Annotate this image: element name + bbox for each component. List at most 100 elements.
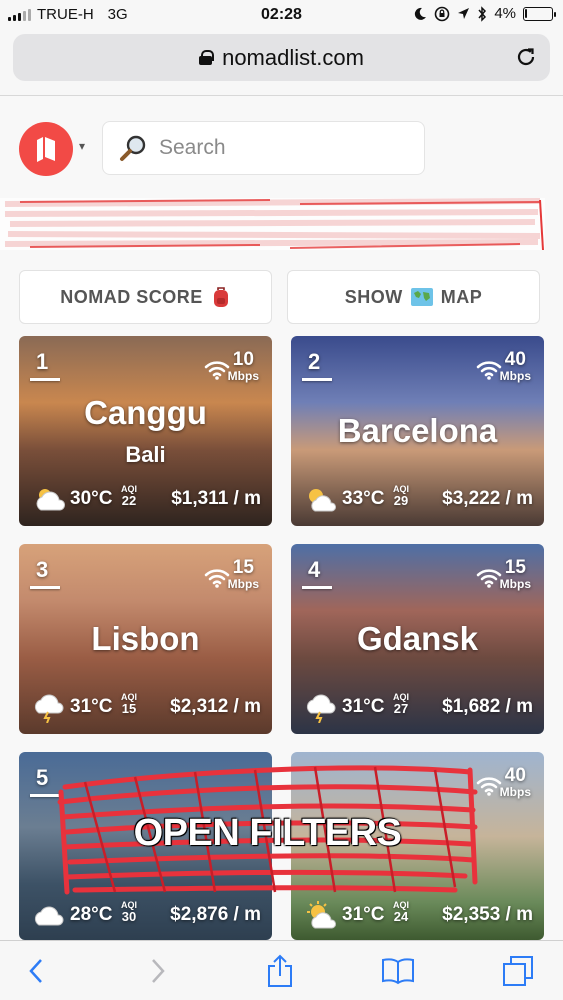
tabs-button[interactable] (500, 953, 536, 989)
internet-speed: 15 Mbps (500, 558, 531, 591)
nomad-score-button[interactable]: NOMAD SCORE (19, 270, 272, 324)
show-label: SHOW (344, 286, 403, 307)
speed-value: 15 (504, 557, 526, 578)
temperature: 31°C (342, 696, 385, 717)
aqi-value: 30 (121, 909, 137, 924)
speed-unit: Mbps (227, 577, 259, 591)
redacted-scribble (0, 198, 545, 251)
aqi: AQI 22 (121, 484, 137, 508)
aqi: AQI 30 (121, 900, 137, 924)
monthly-cost: $1,682 / m (442, 696, 533, 717)
wifi-icon (204, 569, 230, 588)
internet-speed: 10 Mbps (228, 350, 259, 383)
temperature: 31°C (342, 904, 385, 925)
rank-underline (30, 378, 60, 381)
speed-unit: Mbps (499, 369, 531, 383)
back-button[interactable] (18, 953, 54, 989)
rank-number: 3 (36, 557, 49, 582)
search-icon (120, 135, 146, 161)
speed-unit: Mbps (499, 785, 531, 799)
aqi: AQI 29 (393, 484, 409, 508)
forward-arrow-icon (152, 959, 165, 983)
wifi-icon (476, 361, 502, 380)
browser-chrome: nomadlist.com (0, 30, 563, 96)
map-label: MAP (440, 286, 483, 307)
monthly-cost: $1,311 / m (171, 488, 261, 509)
rank-number: 2 (308, 349, 321, 374)
speed-value: 15 (232, 557, 254, 578)
location-icon (458, 8, 470, 19)
aqi-value: 29 (393, 493, 409, 508)
city-card[interactable]: 1 10 Mbps Canggu Bali 30°C AQI 22 $1,311 /… (19, 336, 272, 526)
monthly-cost: $2,312 / m (170, 696, 261, 717)
city-card[interactable]: 2 40 Mbps Barcelona 33°C AQI 29 $3,222 / m (291, 336, 544, 526)
speed-unit: Mbps (499, 577, 531, 591)
forward-button[interactable] (140, 953, 176, 989)
monthly-cost: $2,876 / m (170, 904, 261, 925)
book-icon (382, 958, 414, 985)
open-filters-label[interactable]: OPEN FILTERS (55, 812, 480, 855)
search-input[interactable] (159, 136, 399, 160)
search-box[interactable] (102, 121, 425, 175)
nomadlist-logo[interactable] (19, 122, 73, 176)
temperature: 28°C (70, 904, 113, 925)
world-map-icon (410, 288, 433, 306)
status-bar: TRUE-H 3G 02:28 4% (0, 0, 563, 30)
speed-value: 40 (504, 349, 526, 370)
city-name: Canggu (84, 394, 207, 431)
chevron-down-icon[interactable]: ▾ (79, 139, 85, 153)
monthly-cost: $2,353 / m (442, 904, 533, 925)
rank-underline (302, 586, 332, 589)
aqi-value: 24 (393, 909, 409, 924)
share-button[interactable] (262, 953, 298, 989)
rank-number: 4 (308, 557, 321, 582)
nomad-score-label: NOMAD SCORE (60, 286, 203, 307)
city-card[interactable]: 3 15 Mbps Lisbon 31°C AQI 15 $2,312 / m (19, 544, 272, 734)
status-right: 4% (413, 5, 556, 22)
battery-percent: 4% (494, 5, 516, 22)
rank-number: 1 (36, 349, 49, 374)
temperature: 33°C (342, 488, 385, 509)
temperature: 30°C (70, 488, 113, 509)
internet-speed: 15 Mbps (228, 558, 259, 591)
bookmarks-button[interactable] (380, 953, 416, 989)
share-icon (268, 954, 292, 987)
bluetooth-icon (478, 5, 487, 22)
rank-underline (30, 586, 60, 589)
partly-cloudy-icon (36, 489, 66, 511)
url-text: nomadlist.com (222, 44, 364, 70)
wifi-icon (204, 361, 230, 380)
back-arrow-icon (29, 959, 42, 983)
aqi: AQI 27 (393, 692, 409, 716)
battery-icon (523, 6, 556, 21)
storm-cloud-icon (34, 694, 64, 723)
aqi-value: 22 (121, 493, 137, 508)
temperature: 31°C (70, 696, 113, 717)
aqi-value: 15 (121, 701, 137, 716)
city-name: Lisbon (91, 620, 200, 657)
internet-speed: 40 Mbps (500, 766, 531, 799)
speed-value: 40 (504, 765, 526, 786)
city-name: Gdansk (356, 620, 479, 657)
browser-toolbar (0, 940, 563, 1000)
address-bar[interactable]: nomadlist.com (13, 34, 550, 81)
monthly-cost: $3,222 / m (442, 488, 533, 509)
speed-value: 10 (232, 349, 254, 370)
storm-cloud-icon (306, 694, 336, 723)
show-map-button[interactable]: SHOW MAP (287, 270, 540, 324)
speed-unit: Mbps (227, 369, 259, 383)
tabs-icon (503, 956, 533, 986)
reload-icon[interactable] (515, 46, 537, 68)
cloud-icon (34, 906, 64, 926)
rank-underline (302, 378, 332, 381)
moon-icon (415, 7, 427, 20)
wifi-icon (476, 569, 502, 588)
aqi-value: 27 (393, 701, 409, 716)
backpack-icon (213, 287, 228, 307)
lock-icon (199, 50, 215, 65)
sun-cloud-icon (307, 901, 336, 929)
logo-mark-icon (37, 137, 55, 162)
aqi: AQI 24 (393, 900, 409, 924)
city-card[interactable]: 4 15 Mbps Gdansk 31°C AQI 27 $1,682 / m (291, 544, 544, 734)
aqi: AQI 15 (121, 692, 137, 716)
